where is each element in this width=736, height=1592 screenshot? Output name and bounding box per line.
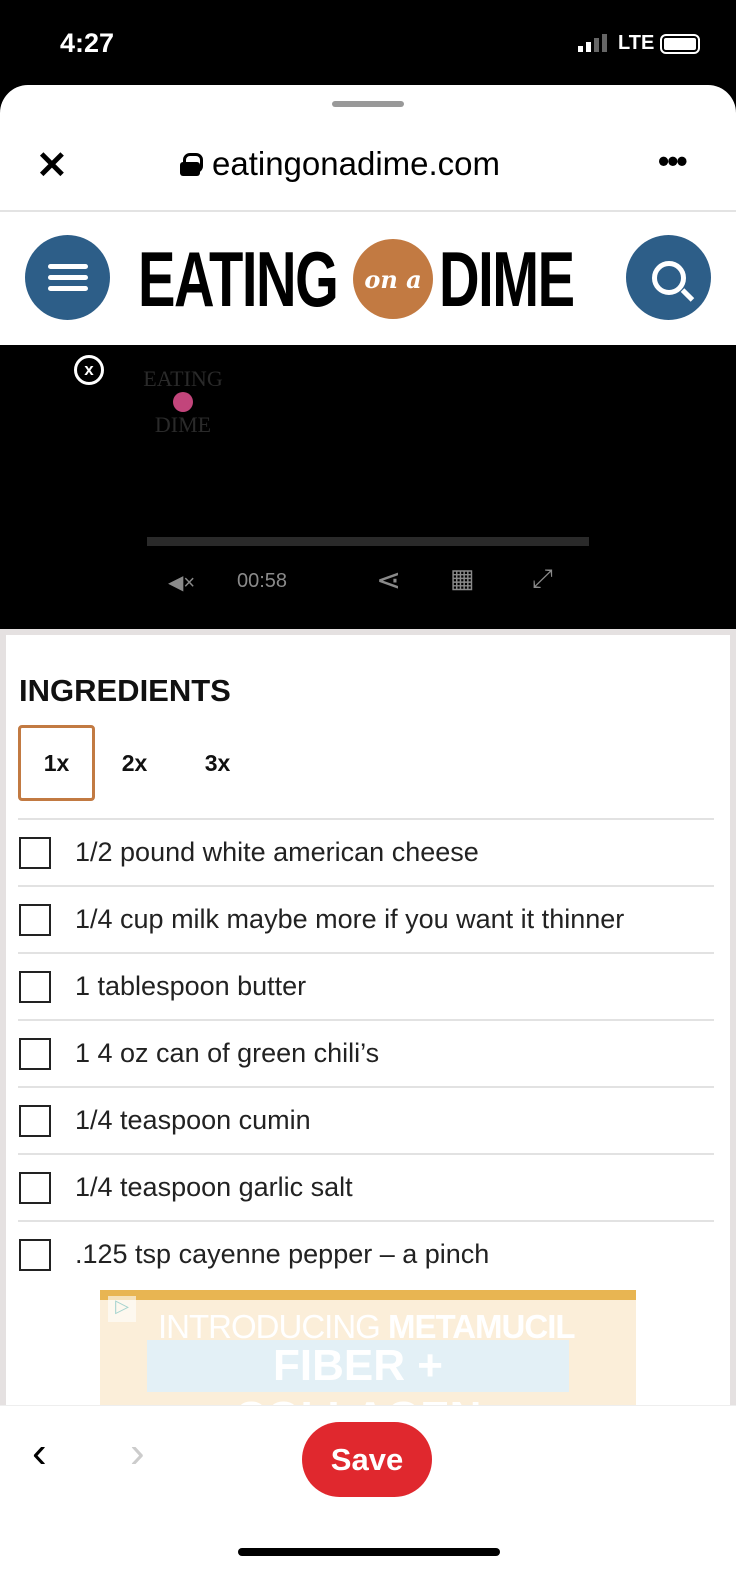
lock-icon [180, 153, 203, 176]
browser-sheet: ✕ eatingonadime.com ••• EATING on a DIME… [0, 85, 736, 1592]
bottom-toolbar: ‹ › Save [0, 1405, 736, 1592]
recipe-card: INGREDIENTS 1x 2x 3x 1/2 pound white ame… [0, 629, 736, 1405]
site-header: EATING on a DIME [0, 213, 736, 345]
checkbox[interactable] [19, 1171, 51, 1204]
menu-button[interactable] [25, 235, 110, 320]
search-button[interactable] [626, 235, 711, 320]
servings-1x[interactable]: 1x [18, 725, 95, 801]
forward-button[interactable]: › [130, 1428, 145, 1478]
ingredient-row: .125 tsp cayenne pepper – a pinch [18, 1220, 714, 1287]
status-bar: 4:27 LTE [0, 0, 736, 85]
divider [0, 210, 736, 212]
ad-banner[interactable]: ▷ INTRODUCING METAMUCIL FIBER + COLLAGEN [100, 1290, 636, 1405]
mute-icon[interactable]: ◀× [168, 570, 195, 595]
ingredient-list: 1/2 pound white american cheese 1/4 cup … [18, 818, 714, 1287]
ingredient-row: 1 tablespoon butter [18, 952, 714, 1019]
checkbox[interactable] [19, 1104, 51, 1137]
site-logo[interactable]: EATING on a DIME [138, 235, 579, 323]
hamburger-icon [47, 258, 88, 297]
back-button[interactable]: ‹ [32, 1428, 47, 1478]
checkbox[interactable] [19, 1238, 51, 1271]
servings-3x[interactable]: 3x [179, 725, 256, 801]
video-time: 00:58 [237, 570, 288, 592]
url-bar[interactable]: eatingonadime.com [180, 145, 500, 183]
url-text: eatingonadime.com [212, 145, 501, 182]
battery-icon [660, 34, 700, 54]
video-watermark: EATING DIME [143, 366, 223, 437]
ad-subheadline: FIBER + COLLAGEN [147, 1340, 569, 1405]
grid-icon[interactable]: ▦ [450, 563, 475, 594]
signal-icon [578, 34, 607, 52]
home-indicator[interactable] [238, 1548, 500, 1556]
checkbox[interactable] [19, 970, 51, 1003]
more-button[interactable]: ••• [658, 143, 688, 180]
ingredient-row: 1/4 teaspoon cumin [18, 1086, 714, 1153]
video-progress-bar[interactable] [147, 537, 589, 546]
clock: 4:27 [60, 28, 115, 58]
ingredient-row: 1/4 cup milk maybe more if you want it t… [18, 885, 714, 952]
checkbox[interactable] [19, 903, 51, 936]
search-icon [651, 260, 686, 295]
network-label: LTE [618, 32, 655, 54]
ad-choices-icon[interactable]: ▷ [108, 1296, 136, 1322]
ingredient-row: 1 4 oz can of green chili’s [18, 1019, 714, 1086]
video-close-button[interactable]: x [74, 355, 104, 385]
fullscreen-icon[interactable]: ⤢ [532, 563, 553, 595]
share-icon[interactable]: ⋖ [376, 563, 401, 598]
ingredient-row: 1/2 pound white american cheese [18, 818, 714, 885]
close-button[interactable]: ✕ [36, 143, 68, 188]
sheet-grabber[interactable] [332, 101, 404, 107]
servings-2x[interactable]: 2x [96, 725, 173, 801]
ingredients-heading: INGREDIENTS [19, 673, 231, 708]
save-button[interactable]: Save [302, 1422, 432, 1497]
checkbox[interactable] [19, 1037, 51, 1070]
checkbox[interactable] [19, 836, 51, 869]
video-player[interactable]: x EATING DIME ◀× 00:58 ⋖ ▦ ⤢ [0, 345, 736, 629]
ingredient-row: 1/4 teaspoon garlic salt [18, 1153, 714, 1220]
